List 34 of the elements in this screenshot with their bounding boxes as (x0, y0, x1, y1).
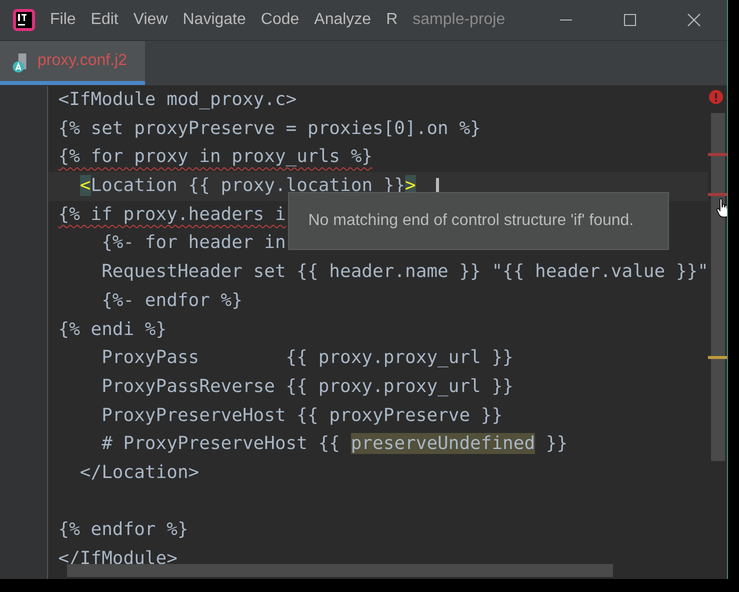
code-line: {%- endfor %} (100, 288, 242, 313)
code-line: {% set proxyPreserve = proxies[0].on %} (58, 116, 481, 141)
menu-item[interactable]: File (50, 11, 76, 29)
code-line: ProxyPreserveHost {{ proxyPreserve }} (100, 404, 503, 428)
error-tooltip: No matching end of control structure 'if' found. (288, 192, 670, 250)
error-marker[interactable] (708, 193, 727, 196)
code-line: ProxyPass {{ proxy.proxy_url }} (100, 346, 514, 370)
horizontal-scrollbar[interactable] (67, 564, 613, 577)
warning-marker[interactable] (708, 356, 727, 359)
code-line: </IfModule> (58, 547, 178, 571)
code-line: {% endi %} (58, 318, 167, 342)
menu-item[interactable]: Navigate (182, 11, 246, 29)
menu-item[interactable]: Analyze (314, 11, 372, 29)
close-icon[interactable] (687, 13, 701, 27)
error-icon (709, 90, 724, 104)
code-line: # ProxyPreserveHost {{ preserveUndefined }} (100, 432, 568, 456)
app-logo-icon (12, 8, 36, 32)
maximize-icon[interactable] (623, 13, 637, 27)
code-line: RequestHeader set {{ header.name }} "{{ header.value }}" (100, 260, 708, 284)
code-line: ProxyPassReverse {{ proxy.proxy_url }} (100, 374, 514, 399)
menu-item[interactable]: View (133, 11, 168, 29)
code-line: <IfModule mod_proxy.c> (58, 88, 297, 112)
project-title: sample-proje (412, 11, 506, 29)
code-line: {% endfor %} (58, 518, 188, 542)
code-line: {%- for header in (100, 231, 286, 256)
menu-item[interactable]: Code (260, 11, 300, 29)
error-marker[interactable] (708, 153, 727, 156)
hand-cursor-icon (716, 198, 727, 218)
code-line: {% for proxy in proxy_urls %} (58, 145, 373, 170)
code-line: {% if proxy.headers i (58, 202, 286, 227)
code-line: </Location> (78, 460, 200, 485)
menu-item[interactable]: Edit (90, 11, 118, 29)
vertical-scrollbar[interactable] (711, 113, 726, 461)
menu-item[interactable]: R (386, 11, 398, 29)
